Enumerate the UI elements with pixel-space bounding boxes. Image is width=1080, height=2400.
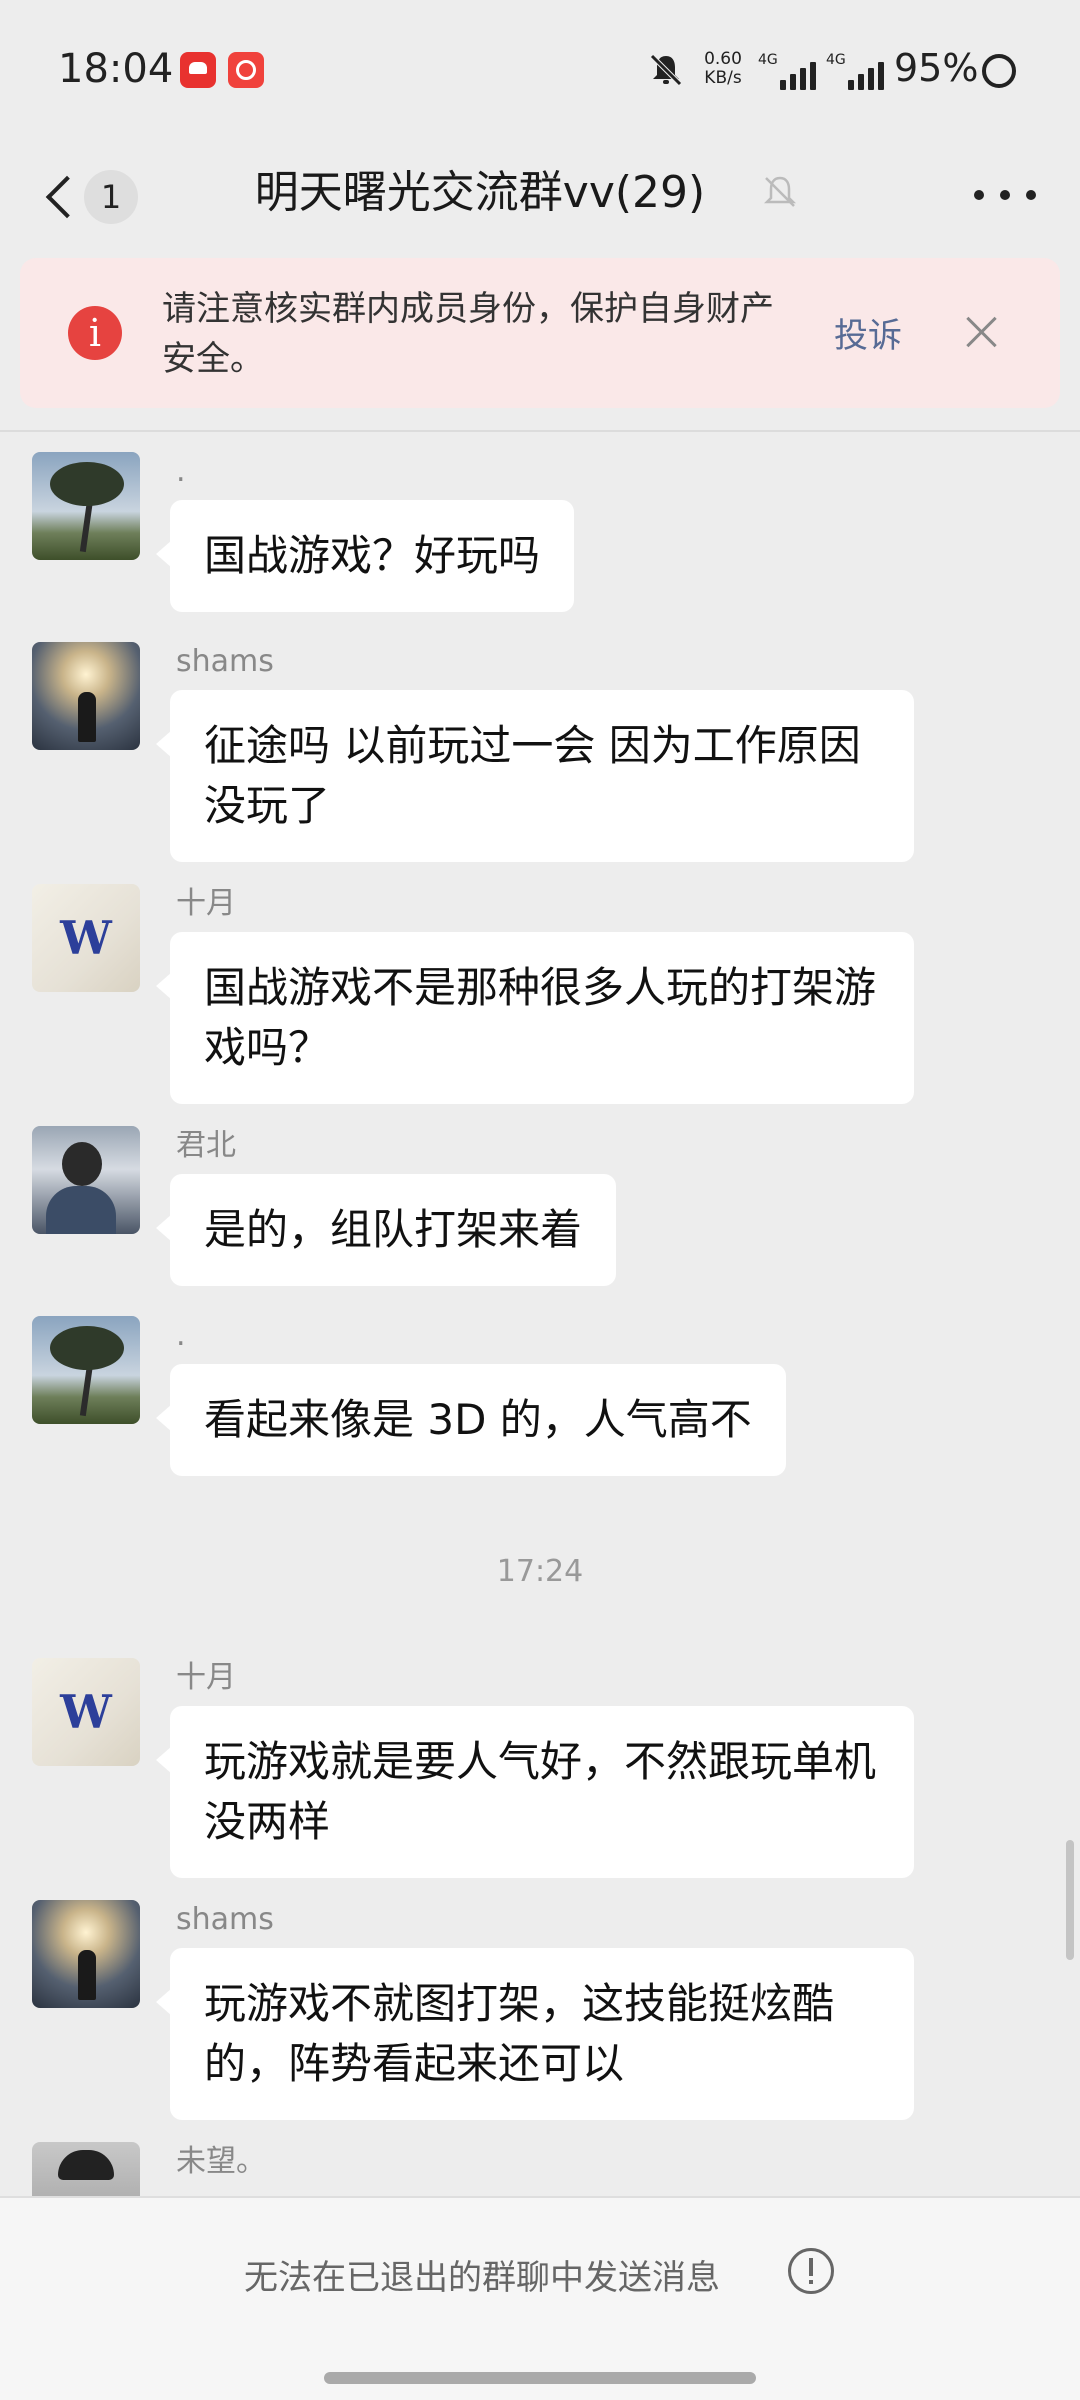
input-disabled-bar: 无法在已退出的群聊中发送消息: [0, 2196, 1080, 2400]
app-notification-icon: [228, 52, 264, 88]
sender-name: 十月: [176, 1660, 236, 1695]
cannot-send-notice: 无法在已退出的群聊中发送消息: [244, 2258, 720, 2298]
network-speed: 0.60 KB/s: [704, 49, 742, 88]
app-notification-icon: [180, 52, 216, 88]
close-icon[interactable]: [960, 310, 1004, 354]
bell-off-icon: [763, 176, 797, 207]
alert-icon: i: [68, 306, 122, 360]
avatar[interactable]: [32, 642, 140, 750]
more-icon[interactable]: [972, 180, 1038, 210]
sender-name: 君北: [176, 1128, 236, 1163]
scrollbar[interactable]: [1066, 1840, 1074, 1960]
message-item: 未望。: [0, 2142, 1080, 2196]
unread-count-badge[interactable]: 1: [84, 170, 138, 224]
home-indicator[interactable]: [324, 2372, 756, 2384]
message-bubble[interactable]: 是的，组队打架来着: [155, 1174, 617, 1286]
avatar[interactable]: [32, 452, 140, 560]
battery-level: 95%: [894, 46, 979, 90]
message-bubble[interactable]: 玩游戏就是要人气好，不然跟玩单机没两样: [156, 1706, 914, 1878]
sender-name: shams: [176, 1902, 274, 1937]
sender-name: 未望。: [176, 2144, 266, 2179]
avatar[interactable]: [32, 1900, 140, 2008]
avatar[interactable]: [32, 2142, 140, 2196]
security-notice-text: 请注意核实群内成员身份，保护自身财产安全。: [162, 289, 774, 379]
sender-name: .: [176, 1318, 186, 1353]
status-bar: 18:04 0.60 KB/s 4G 4G 95%: [0, 0, 1080, 140]
avatar[interactable]: [32, 1126, 140, 1234]
bell-off-icon: [650, 54, 682, 86]
chat-header: 1 明天曙光交流群vv(29): [0, 140, 1080, 250]
chat-title: 明天曙光交流群vv(29): [254, 167, 706, 218]
avatar[interactable]: W: [32, 1658, 140, 1766]
signal-icon: 4G: [826, 52, 888, 92]
chevron-left-icon[interactable]: [40, 166, 80, 226]
sender-name: .: [176, 454, 186, 489]
message-bubble[interactable]: 国战游戏不是那种很多人玩的打架游戏吗？: [156, 932, 914, 1104]
divider: [0, 430, 1080, 432]
security-notice-banner: i 请注意核实群内成员身份，保护自身财产安全。 投诉: [20, 258, 1060, 408]
signal-icon: 4G: [758, 52, 820, 92]
message-bubble[interactable]: 玩游戏不就图打架，这技能挺炫酷的，阵势看起来还可以: [156, 1948, 914, 2120]
report-link[interactable]: 投诉: [834, 308, 902, 357]
battery-icon: [982, 54, 1016, 88]
avatar[interactable]: W: [32, 884, 140, 992]
sender-name: 十月: [176, 886, 236, 921]
info-icon[interactable]: [788, 2248, 834, 2294]
message-bubble[interactable]: 看起来像是 3D 的，人气高不: [156, 1364, 786, 1476]
message-bubble[interactable]: 国战游戏？好玩吗: [155, 500, 575, 612]
message-bubble[interactable]: 征途吗 以前玩过一会 因为工作原因没玩了: [156, 690, 914, 862]
avatar[interactable]: [32, 1316, 140, 1424]
message-timestamp: 17:24: [496, 1554, 584, 1589]
status-time: 18:04: [58, 46, 174, 92]
sender-name: shams: [176, 644, 274, 679]
